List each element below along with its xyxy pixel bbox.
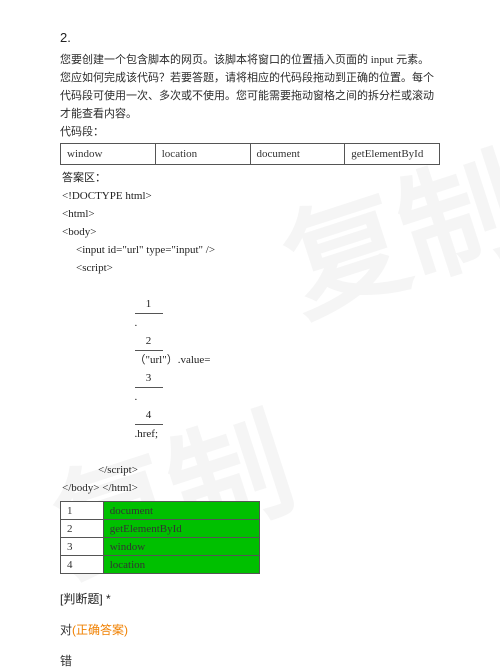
judge-label: [判断题] *: [60, 590, 440, 607]
code-text: .href;: [135, 428, 159, 440]
desc-line: 您应如何完成该代码？若要答题，请将相应的代码段拖动到正确的位置。每个代码段可使用…: [60, 69, 440, 123]
correct-mark: (正确答案): [72, 623, 128, 637]
table-row: 4 location: [61, 556, 260, 574]
table-row: 3 window: [61, 538, 260, 556]
question-number: 2.: [60, 30, 440, 45]
code-line: <html>: [62, 208, 95, 220]
table-row: 1 document: [61, 502, 260, 520]
blank-1[interactable]: 1: [135, 295, 163, 314]
code-line: <script>: [62, 259, 440, 277]
code-text: （"url"）.value=: [135, 354, 211, 366]
code-line: </html>: [102, 482, 138, 494]
code-line: </body>: [62, 482, 99, 494]
option-cell[interactable]: getElementById: [345, 144, 440, 165]
code-line: <!DOCTYPE html>: [62, 190, 152, 202]
option-cell[interactable]: location: [155, 144, 250, 165]
code-line: <body>: [62, 226, 96, 238]
choice-true[interactable]: 对(正确答案): [60, 621, 440, 638]
answer-index: 1: [61, 502, 104, 520]
answer-index: 2: [61, 520, 104, 538]
code-text: .: [135, 317, 138, 329]
choice-text: 对: [60, 623, 72, 637]
question-description: 您要创建一个包含脚本的网页。该脚本将窗口的位置插入页面的 input 元素。 您…: [60, 51, 440, 141]
answer-index: 4: [61, 556, 104, 574]
blank-4[interactable]: 4: [135, 406, 163, 425]
code-line: </script>: [62, 461, 440, 479]
blank-3[interactable]: 3: [135, 369, 163, 388]
answer-value: document: [103, 502, 259, 520]
code-line: <input id="url" type="input" />: [62, 241, 440, 259]
answer-index: 3: [61, 538, 104, 556]
table-row: 2 getElementById: [61, 520, 260, 538]
blank-2[interactable]: 2: [135, 332, 163, 351]
fill-line: 1 . 2 （"url"）.value= 3 . 4 .href;: [62, 277, 440, 461]
answer-value: getElementById: [103, 520, 259, 538]
answer-table: 1 document 2 getElementById 3 window 4 l…: [60, 501, 260, 574]
choice-false[interactable]: 错: [60, 652, 440, 669]
answer-area-label: 答案区：: [62, 172, 106, 184]
option-cell[interactable]: window: [61, 144, 156, 165]
answer-value: location: [103, 556, 259, 574]
code-text: .: [135, 391, 138, 403]
desc-line: 代码段：: [60, 123, 440, 141]
option-table: window location document getElementById: [60, 143, 440, 165]
desc-line: 您要创建一个包含脚本的网页。该脚本将窗口的位置插入页面的 input 元素。: [60, 51, 440, 69]
answer-value: window: [103, 538, 259, 556]
option-cell[interactable]: document: [250, 144, 345, 165]
code-block: 答案区： <!DOCTYPE html> <html> <body> <inpu…: [60, 169, 440, 497]
